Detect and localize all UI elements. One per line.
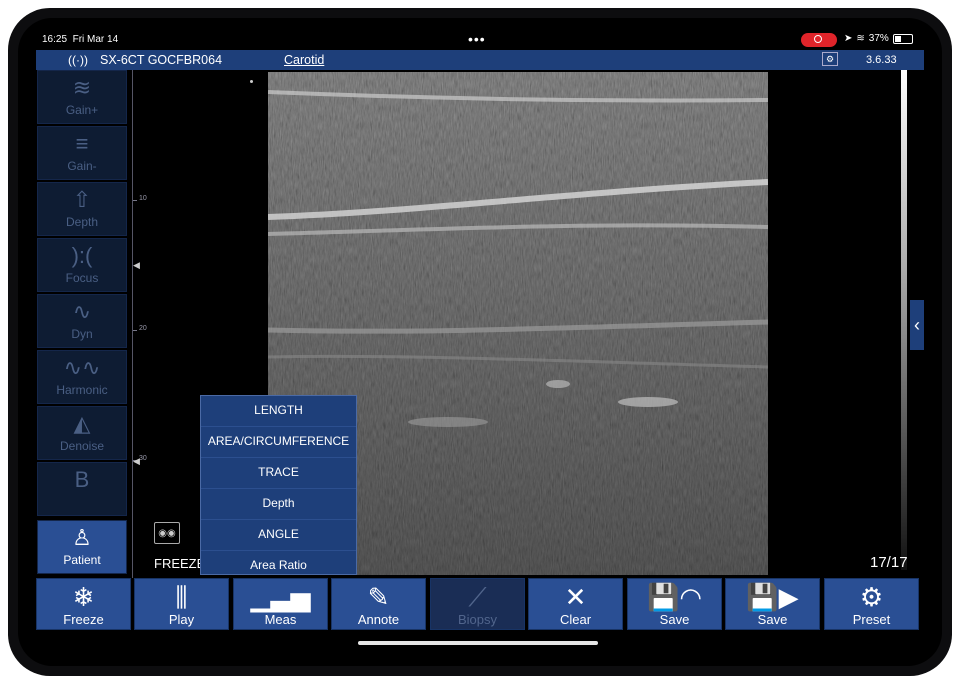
menu-item-length[interactable]: LENGTH <box>201 396 356 427</box>
denoise-fan-icon: ◭ <box>73 411 91 436</box>
patient-icon: ♙ <box>72 525 92 550</box>
multitask-dots[interactable]: ••• <box>468 31 486 47</box>
save-image-button[interactable]: 💾◠ Save <box>627 578 722 630</box>
exam-preset-link[interactable]: Carotid <box>284 53 324 67</box>
harmonic-wave-icon: ∿∿ <box>63 355 101 380</box>
scale-tick-label: 20 <box>139 325 147 332</box>
battery-percent: 37% <box>868 33 889 44</box>
gear-icon: ⚙ <box>859 582 884 612</box>
menu-item-trace[interactable]: TRACE <box>201 458 356 489</box>
bottom-toolbar: ❄ Freeze ⫼ Play ▁▃▅ Meas ✎ Annote ⟋ Biop… <box>36 578 924 630</box>
meas-button[interactable]: ▁▃▅ Meas <box>233 578 328 630</box>
save-image-icon: 💾◠ <box>646 582 703 612</box>
scale-tick <box>133 200 137 201</box>
sidebar-item-harmonic[interactable]: ∿∿ Harmonic <box>37 350 127 404</box>
screen-record-icon[interactable] <box>801 33 837 47</box>
app-header: ((·)) SX-6CT GOCFBR064 Carotid ⚙ 3.6.33 <box>36 50 924 70</box>
sidebar: ≋ Gain+ ≡ Gain- ⇧ Depth ):( Focus ∿ Dyn … <box>36 70 128 578</box>
antenna-icon: ((·)) <box>68 53 88 67</box>
sidebar-item-b-mode[interactable]: B <box>37 462 127 516</box>
freeze-button[interactable]: ❄ Freeze <box>36 578 131 630</box>
probe-label: SX-6CT GOCFBR064 <box>100 53 223 67</box>
play-bars-icon: ⫼ <box>175 582 188 612</box>
wifi-icon: ≋ <box>856 33 865 44</box>
sidebar-item-depth[interactable]: ⇧ Depth <box>37 182 127 236</box>
sidebar-item-dyn[interactable]: ∿ Dyn <box>37 294 127 348</box>
ruler-icon: ▁▃▅ <box>250 582 311 612</box>
snowflake-icon: ❄ <box>72 582 95 612</box>
scale-tick-label: 30 <box>139 455 147 462</box>
sidebar-item-denoise[interactable]: ◭ Denoise <box>37 406 127 460</box>
save-video-icon: 💾▶ <box>746 582 799 612</box>
sidebar-item-gain-minus[interactable]: ≡ Gain- <box>37 126 127 180</box>
focus-icon: ):( <box>71 243 93 268</box>
depth-scale: 10 20 30 <box>132 70 147 578</box>
frame-counter: 17/17 <box>870 554 908 571</box>
sidebar-item-gain-plus[interactable]: ≋ Gain+ <box>37 70 127 124</box>
menu-item-area-circumference[interactable]: AREA/CIRCUMFERENCE <box>201 427 356 458</box>
save-video-button[interactable]: 💾▶ Save <box>725 578 820 630</box>
menu-item-angle[interactable]: ANGLE <box>201 520 356 551</box>
menu-item-area-ratio[interactable]: Area Ratio <box>201 551 356 581</box>
status-time: 16:25 Fri Mar 14 <box>42 34 119 45</box>
freeze-status: FREEZE <box>154 556 206 571</box>
chevron-left-icon[interactable]: ‹ <box>910 300 924 350</box>
home-indicator[interactable] <box>358 641 598 645</box>
gain-plus-icon: ≋ <box>72 75 92 100</box>
menu-item-depth[interactable]: Depth <box>201 489 356 520</box>
sidebar-item-focus[interactable]: ):( Focus <box>37 238 127 292</box>
scale-tick-label: 10 <box>139 195 147 202</box>
dynamic-range-icon: ∿ <box>72 299 92 324</box>
depth-arrow-icon: ⇧ <box>72 187 92 212</box>
location-icon: ➤ <box>844 33 853 44</box>
focus-marker-icon[interactable]: ◀ <box>133 260 140 271</box>
ios-status-bar: 16:25 Fri Mar 14 ••• ➤ ≋ 37% <box>36 30 924 50</box>
probe-settings-icon[interactable]: ⚙ <box>822 52 838 66</box>
play-button[interactable]: ⫼ Play <box>134 578 229 630</box>
battery-icon <box>892 33 913 44</box>
annotate-icon: ✎ <box>367 582 390 612</box>
measurement-menu: LENGTH AREA/CIRCUMFERENCE TRACE Depth AN… <box>200 395 357 575</box>
cine-loop-icon[interactable]: ◉◉ <box>154 522 180 544</box>
b-mode-icon: B <box>74 467 90 492</box>
gain-minus-icon: ≡ <box>75 131 89 156</box>
annote-button[interactable]: ✎ Annote <box>331 578 426 630</box>
focus-marker-icon[interactable]: ◀ <box>133 456 140 467</box>
depth-dot <box>250 80 253 83</box>
sidebar-item-patient[interactable]: ♙ Patient <box>37 520 127 574</box>
scale-tick <box>133 330 137 331</box>
grayscale-bar <box>901 70 907 570</box>
biopsy-button[interactable]: ⟋ Biopsy <box>430 578 525 630</box>
clear-button[interactable]: ✕ Clear <box>528 578 623 630</box>
clear-x-icon: ✕ <box>564 582 587 612</box>
screen: 16:25 Fri Mar 14 ••• ➤ ≋ 37% ((·)) SX-6C… <box>36 30 924 650</box>
preset-button[interactable]: ⚙ Preset <box>824 578 919 630</box>
app-version: 3.6.33 <box>866 54 897 66</box>
status-right: ➤ ≋ 37% <box>844 33 913 44</box>
biopsy-icon: ⟋ <box>468 582 487 612</box>
